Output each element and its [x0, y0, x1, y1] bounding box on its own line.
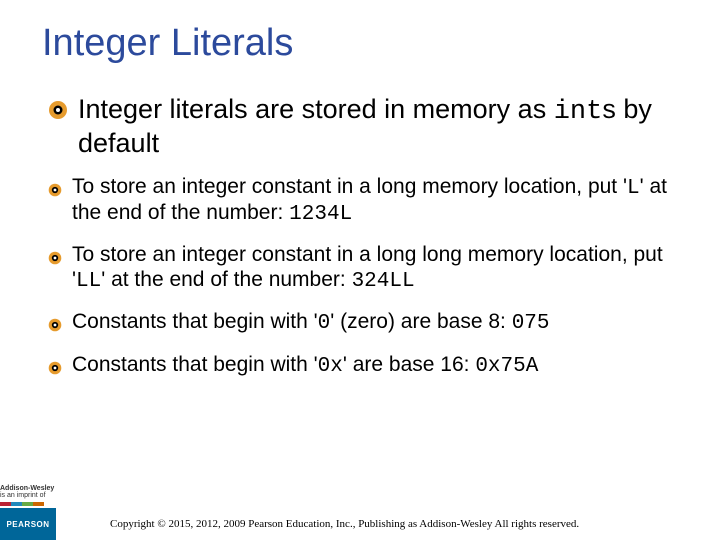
bullet-icon	[48, 249, 62, 270]
bullet-text: To store an integer constant in a long l…	[72, 243, 680, 293]
bullet-text: Integer literals are stored in memory as…	[78, 94, 680, 159]
code-fragment: L	[627, 177, 640, 200]
bullet-2: To store an integer constant in a long m…	[48, 175, 680, 227]
publisher-imprint: Addison-Wesley is an imprint of	[0, 485, 66, 508]
code-fragment: 075	[512, 312, 550, 335]
code-fragment: 0	[318, 312, 331, 335]
text-fragment: To store an integer constant in a long m…	[72, 175, 627, 198]
bullet-icon	[48, 316, 62, 337]
copyright-text: Copyright © 2015, 2012, 2009 Pearson Edu…	[110, 518, 579, 530]
bullet-icon	[48, 181, 62, 202]
bullet-4: Constants that begin with '0' (zero) are…	[48, 310, 680, 337]
code-fragment: LL	[76, 270, 101, 293]
text-fragment: ' at the end of the number:	[101, 268, 351, 291]
bullet-text: Constants that begin with '0' (zero) are…	[72, 310, 550, 336]
slide-title: Integer Literals	[42, 22, 293, 65]
text-fragment: Integer literals are stored in memory as	[78, 94, 554, 124]
bullet-icon	[48, 100, 68, 125]
code-fragment: 324LL	[352, 270, 415, 293]
footer: Addison-Wesley is an imprint of PEARSON …	[0, 484, 720, 540]
code-fragment: 0x75A	[475, 355, 538, 378]
bullet-5: Constants that begin with '0x' are base …	[48, 353, 680, 380]
code-fragment: 1234L	[289, 203, 352, 226]
imprint-name: Addison-Wesley	[0, 485, 54, 492]
text-fragment: ' (zero) are base 8:	[330, 310, 511, 333]
text-fragment: Constants that begin with '	[72, 353, 318, 376]
slide: Integer Literals Integer literals are st…	[0, 0, 720, 540]
bullet-text: To store an integer constant in a long m…	[72, 175, 680, 227]
color-rule-icon	[0, 502, 44, 506]
code-fragment: int	[554, 97, 603, 127]
pearson-logo: PEARSON	[0, 508, 56, 540]
imprint-sub: is an imprint of	[0, 492, 46, 499]
bullet-3: To store an integer constant in a long l…	[48, 243, 680, 293]
bullet-icon	[48, 359, 62, 380]
bullet-text: Constants that begin with '0x' are base …	[72, 353, 538, 379]
text-fragment: ' are base 16:	[343, 353, 475, 376]
bullet-1: Integer literals are stored in memory as…	[48, 94, 680, 159]
content-area: Integer literals are stored in memory as…	[48, 94, 680, 396]
text-fragment: Constants that begin with '	[72, 310, 318, 333]
code-fragment: 0x	[318, 355, 343, 378]
